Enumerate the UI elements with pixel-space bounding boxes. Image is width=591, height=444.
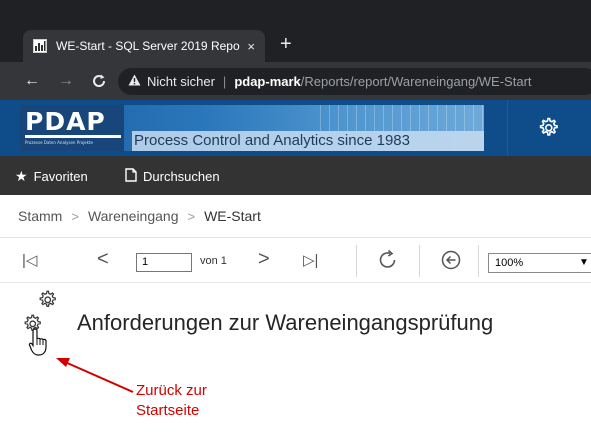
breadcrumb: Stamm > Wareneingang > WE-Start bbox=[0, 195, 591, 238]
browse-label: Durchsuchen bbox=[143, 169, 220, 184]
annotation-label: Zurück zur Startseite bbox=[136, 381, 207, 421]
gear-icon[interactable] bbox=[36, 289, 58, 311]
chevron-down-icon: ▼ bbox=[579, 257, 589, 268]
report-toolbar: |◁ < 1 von 1 > ▷| 100% ▼ bbox=[0, 238, 591, 283]
banner-image: PDAP Prozesse Daten Analysen Projekte Pr… bbox=[20, 105, 484, 151]
logo-subtitle: Prozesse Daten Analysen Projekte bbox=[25, 140, 93, 145]
tab-title: WE-Start - SQL Server 2019 Repo bbox=[56, 39, 240, 53]
back-arrow-icon[interactable]: ← bbox=[24, 70, 40, 92]
site-banner: PDAP Prozesse Daten Analysen Projekte Pr… bbox=[0, 100, 591, 156]
browser-window: WE-Start - SQL Server 2019 Repo × + ← → … bbox=[0, 0, 591, 366]
annotation-line-2: Startseite bbox=[136, 402, 200, 419]
new-tab-button[interactable]: + bbox=[280, 32, 292, 56]
url-path: /Reports/report/Wareneingang/WE-Start bbox=[300, 74, 532, 89]
favorites-button[interactable]: ★ Favoriten bbox=[15, 168, 88, 185]
security-label[interactable]: Nicht sicher bbox=[147, 74, 215, 89]
breadcrumb-item-wareneingang[interactable]: Wareneingang bbox=[88, 208, 179, 224]
toolbar-divider bbox=[419, 245, 420, 277]
pdap-logo[interactable]: PDAP Prozesse Daten Analysen Projekte bbox=[20, 105, 124, 151]
annotation-line-1: Zurück zur bbox=[136, 382, 207, 399]
zoom-value: 100% bbox=[495, 257, 524, 269]
previous-page-icon[interactable]: < bbox=[97, 249, 109, 269]
close-icon[interactable]: × bbox=[247, 39, 255, 54]
logo-text: PDAP bbox=[25, 107, 106, 136]
banner-caption: Process Control and Analytics since 1983 bbox=[132, 131, 484, 151]
address-bar: ← → Nicht sicher | pdap-mark /Reports/re… bbox=[0, 62, 591, 100]
toolbar-divider bbox=[356, 245, 357, 277]
breadcrumb-item-stamm[interactable]: Stamm bbox=[18, 208, 62, 224]
back-to-parent-icon[interactable] bbox=[440, 249, 462, 271]
tab-strip: WE-Start - SQL Server 2019 Repo × + bbox=[0, 0, 591, 62]
warning-icon bbox=[128, 74, 141, 89]
toolbar-divider bbox=[478, 245, 479, 277]
banner-decoration bbox=[320, 105, 484, 131]
refresh-icon[interactable] bbox=[376, 248, 400, 272]
breadcrumb-item-current: WE-Start bbox=[204, 208, 261, 224]
last-page-icon[interactable]: ▷| bbox=[303, 251, 318, 271]
report-body: Anforderungen zur Wareneingangsprüfung bbox=[0, 283, 591, 366]
chevron-right-icon: > bbox=[71, 208, 79, 224]
hand-cursor-icon bbox=[28, 328, 47, 356]
forward-arrow-icon[interactable]: → bbox=[58, 70, 74, 92]
document-icon bbox=[125, 168, 137, 185]
page-number-input[interactable]: 1 bbox=[136, 253, 192, 272]
logo-bar bbox=[25, 135, 121, 138]
banner-tagline: Process Control and Analytics since 1983 bbox=[134, 132, 410, 149]
banner-divider bbox=[507, 100, 508, 156]
reload-icon[interactable] bbox=[91, 70, 107, 96]
star-icon: ★ bbox=[15, 168, 28, 184]
browser-tab[interactable]: WE-Start - SQL Server 2019 Repo × bbox=[23, 30, 265, 62]
browse-button[interactable]: Durchsuchen bbox=[125, 168, 220, 185]
report-icon bbox=[33, 39, 47, 53]
url-input[interactable]: Nicht sicher | pdap-mark /Reports/report… bbox=[118, 68, 591, 95]
favorites-label: Favoriten bbox=[33, 169, 88, 184]
settings-gear-icon[interactable] bbox=[536, 116, 560, 140]
next-page-icon[interactable]: > bbox=[258, 249, 270, 269]
url-separator: | bbox=[222, 74, 227, 89]
chevron-right-icon: > bbox=[187, 208, 196, 224]
page-count: von 1 bbox=[200, 255, 227, 267]
report-title: Anforderungen zur Wareneingangsprüfung bbox=[77, 310, 494, 335]
first-page-icon[interactable]: |◁ bbox=[22, 251, 37, 271]
zoom-select[interactable]: 100% ▼ bbox=[488, 253, 591, 273]
favorites-bar: ★ Favoriten Durchsuchen bbox=[0, 156, 591, 195]
url-host: pdap-mark bbox=[234, 74, 301, 89]
